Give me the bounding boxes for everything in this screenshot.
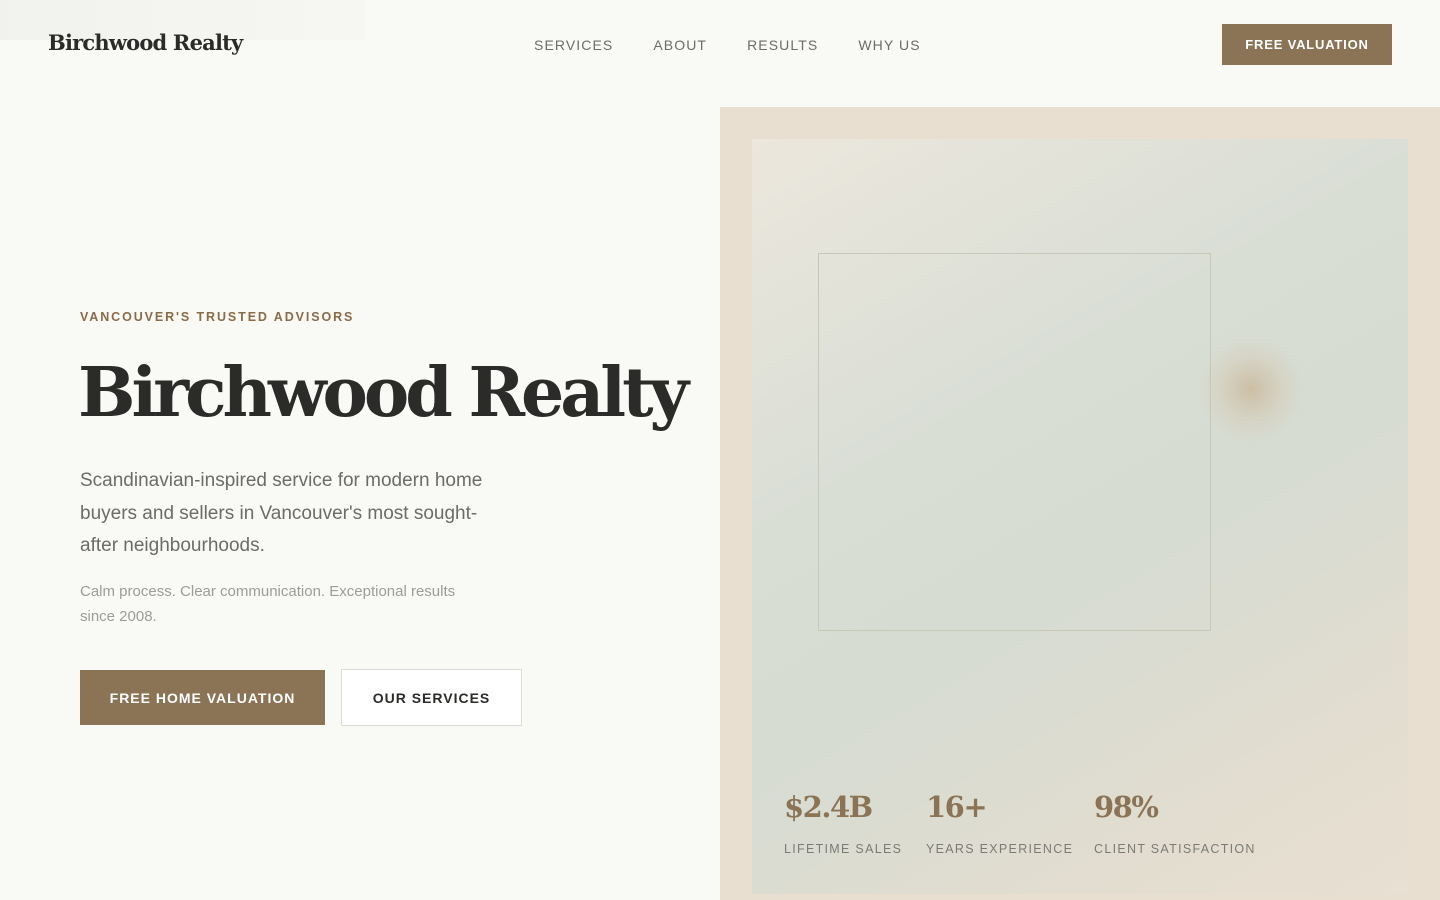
free-valuation-button[interactable]: FREE VALUATION	[1222, 24, 1392, 65]
stat-client-satisfaction: 98% CLIENT SATISFACTION	[1094, 790, 1256, 856]
stat-label: LIFETIME SALES	[784, 842, 903, 856]
hero-eyebrow: VANCOUVER'S TRUSTED ADVISORS	[80, 310, 355, 324]
nav-link-about[interactable]: ABOUT	[653, 37, 707, 53]
free-home-valuation-button[interactable]: FREE HOME VALUATION	[80, 670, 325, 725]
stat-years-experience: 16+ YEARS EXPERIENCE	[926, 790, 1073, 856]
stat-value: 16+	[926, 790, 988, 824]
nav-link-services[interactable]: SERVICES	[534, 37, 613, 53]
decorative-glow	[1196, 334, 1306, 444]
nav-link-results[interactable]: RESULTS	[747, 37, 818, 53]
stat-value: $2.4B	[784, 790, 873, 824]
stat-label: YEARS EXPERIENCE	[926, 842, 1074, 856]
logo[interactable]: Birchwood Realty	[48, 30, 243, 55]
our-services-button[interactable]: OUR SERVICES	[341, 669, 522, 726]
decorative-frame	[818, 253, 1211, 631]
stat-value: 98%	[1094, 790, 1159, 824]
top-navigation: Birchwood Realty SERVICES ABOUT RESULTS …	[0, 0, 1440, 88]
hero-subtitle: Scandinavian-inspired service for modern…	[80, 470, 483, 556]
hero-title: Birchwood Realty	[78, 353, 689, 433]
nav-link-why-us[interactable]: WHY US	[858, 37, 920, 53]
hero-note: Calm process. Clear communication. Excep…	[80, 583, 456, 625]
stat-label: CLIENT SATISFACTION	[1094, 842, 1256, 856]
stat-lifetime-sales: $2.4B LIFETIME SALES	[784, 790, 902, 856]
nav-links: SERVICES ABOUT RESULTS WHY US	[534, 37, 961, 53]
